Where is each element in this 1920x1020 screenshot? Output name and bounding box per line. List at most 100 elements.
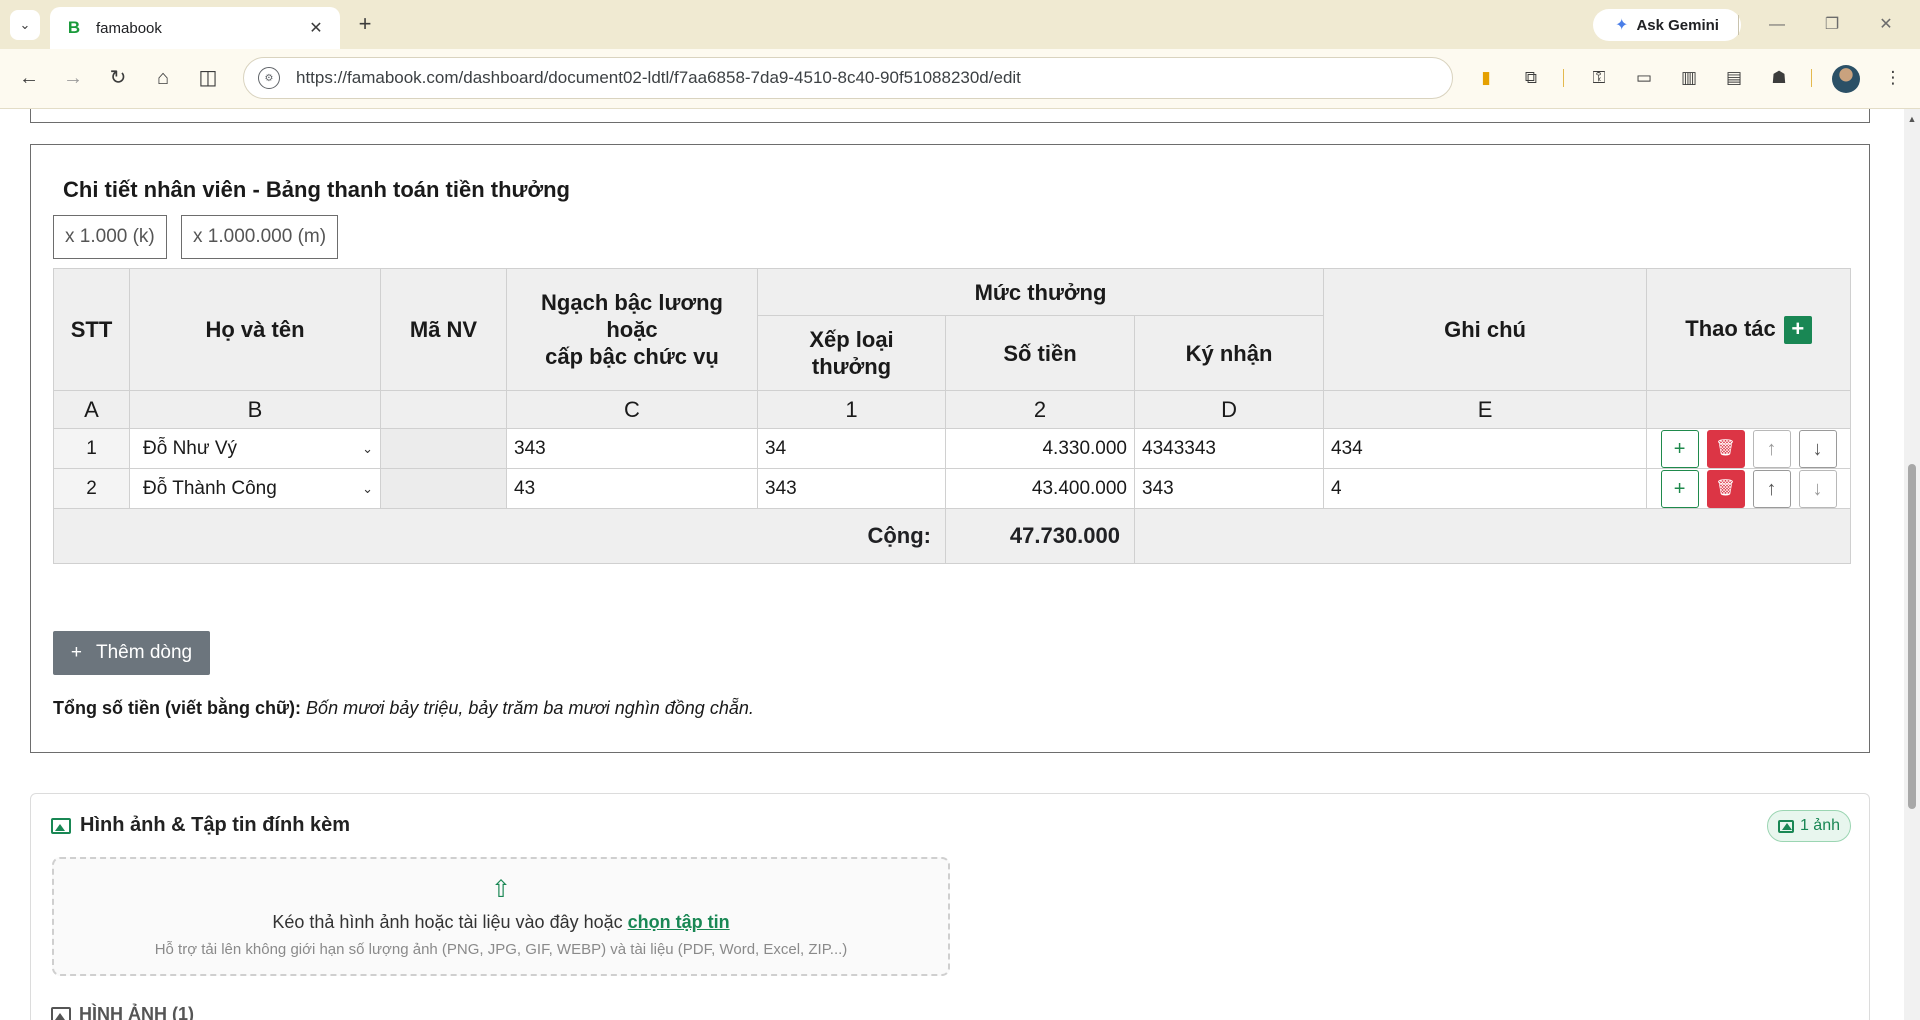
letter-cell: E xyxy=(1323,390,1648,429)
home-icon[interactable]: ⌂ xyxy=(148,63,178,93)
browser-toolbar: ← → ↻ ⌂ ◫ ⚙ https://famabook.com/dashboa… xyxy=(0,49,1920,109)
dropzone-text: Kéo thả hình ảnh hoặc tài liệu vào đây h… xyxy=(54,912,948,933)
tab-title: famabook xyxy=(96,19,162,37)
employee-detail-panel: Chi tiết nhân viên - Bảng thanh toán tiề… xyxy=(30,144,1870,753)
note-input[interactable]: 4 xyxy=(1323,468,1648,509)
add-row-plus-icon[interactable]: + xyxy=(1783,316,1812,345)
total-row: Cộng: 47.730.000 xyxy=(53,508,1852,564)
sign-input[interactable]: 4343343 xyxy=(1133,428,1325,469)
tab-search-chevron-icon[interactable]: ⌄ xyxy=(10,10,40,40)
letter-cell xyxy=(1646,390,1852,429)
letter-cell: B xyxy=(129,390,381,429)
letter-cell: 1 xyxy=(757,390,946,429)
plus-icon: + xyxy=(70,642,82,663)
row-actions: + 🗑 ↑ ↓ xyxy=(1646,428,1852,469)
restore-icon[interactable]: ❐ xyxy=(1812,10,1852,40)
name-select-value: Đỗ Như Vý xyxy=(143,437,238,459)
minimize-icon[interactable]: — xyxy=(1757,10,1797,40)
header-grade: Ngạch bậc lương hoặc cấp bậc chức vụ xyxy=(506,268,758,391)
scrollbar-thumb[interactable] xyxy=(1908,464,1916,809)
back-arrow-icon[interactable]: ← xyxy=(14,63,44,93)
header-grade-line-1: Ngạch bậc lương xyxy=(541,290,723,315)
side-panel-icon[interactable]: ▤ xyxy=(1721,65,1747,91)
name-select[interactable]: Đỗ Như Vý ⌄ xyxy=(129,428,381,469)
code-cell xyxy=(380,468,507,509)
header-code: Mã NV xyxy=(380,268,507,391)
extensions-puzzle-icon[interactable]: ⧉ xyxy=(1518,65,1544,91)
rank-input[interactable]: 34 xyxy=(757,428,946,469)
note-input[interactable]: 434 xyxy=(1323,428,1648,469)
forward-arrow-icon[interactable]: → xyxy=(58,63,88,93)
reading-list-icon[interactable]: ▥ xyxy=(1676,65,1702,91)
gemini-sparkle-icon: ✦ xyxy=(1615,17,1629,34)
file-dropzone[interactable]: ⇧ Kéo thả hình ảnh hoặc tài liệu vào đây… xyxy=(52,857,950,976)
scroll-up-arrow-icon[interactable]: ▲ xyxy=(1907,114,1917,124)
amount-in-words-label: Tổng số tiền (viết bằng chữ): xyxy=(53,698,302,718)
favicon-icon: B xyxy=(67,18,81,37)
new-tab-plus-icon[interactable]: + xyxy=(352,12,378,38)
close-tab-icon[interactable]: ✕ xyxy=(306,18,326,38)
page-scrollbar[interactable]: ▲ xyxy=(1904,109,1920,1020)
delete-row-trash-icon[interactable]: 🗑 xyxy=(1706,429,1745,468)
payment-card-icon[interactable]: ▭ xyxy=(1631,65,1657,91)
header-name: Họ và tên xyxy=(129,268,381,391)
add-row-button[interactable]: + Thêm dòng xyxy=(53,631,210,675)
reading-mode-icon[interactable]: ◫ xyxy=(193,63,223,93)
letter-cell: 2 xyxy=(945,390,1135,429)
address-bar[interactable]: ⚙ https://famabook.com/dashboard/documen… xyxy=(243,57,1453,99)
insert-row-button[interactable]: + xyxy=(1660,429,1699,468)
add-row-label: Thêm dòng xyxy=(95,642,193,663)
header-rank: Xếp loại thưởng xyxy=(757,315,946,391)
close-window-icon[interactable]: ✕ xyxy=(1866,10,1906,40)
ask-gemini-label: Ask Gemini xyxy=(1636,16,1719,34)
unit-thousand-button[interactable]: x 1.000 (k) xyxy=(53,215,167,259)
move-down-arrow-icon[interactable]: ↓ xyxy=(1798,469,1837,508)
grade-input[interactable]: 343 xyxy=(506,428,758,469)
move-up-arrow-icon[interactable]: ↑ xyxy=(1752,469,1791,508)
site-info-icon[interactable]: ⚙ xyxy=(258,67,280,89)
password-key-icon[interactable]: ⚿ xyxy=(1586,65,1612,91)
move-down-arrow-icon[interactable]: ↓ xyxy=(1798,429,1837,468)
amount-input[interactable]: 4.330.000 xyxy=(945,428,1135,469)
image-icon xyxy=(51,1006,71,1020)
letter-cell: A xyxy=(53,390,130,429)
insert-row-button[interactable]: + xyxy=(1660,469,1699,508)
reload-icon[interactable]: ↻ xyxy=(103,63,133,93)
rank-input[interactable]: 343 xyxy=(757,468,946,509)
total-value: 47.730.000 xyxy=(945,508,1135,564)
profile-avatar[interactable] xyxy=(1832,65,1860,93)
name-select[interactable]: Đỗ Thành Công ⌄ xyxy=(129,468,381,509)
letter-cell: C xyxy=(506,390,758,429)
delete-row-trash-icon[interactable]: 🗑 xyxy=(1706,469,1745,508)
header-actions: Thao tác + xyxy=(1646,268,1852,391)
letter-cell: D xyxy=(1133,390,1325,429)
url-text: https://famabook.com/dashboard/document0… xyxy=(296,68,1021,87)
sign-input[interactable]: 343 xyxy=(1133,468,1325,509)
move-up-arrow-icon[interactable]: ↑ xyxy=(1752,429,1791,468)
images-heading: HÌNH ẢNH (1) xyxy=(51,1004,194,1020)
incognito-icon[interactable]: ☗ xyxy=(1766,65,1792,91)
code-cell xyxy=(380,428,507,469)
stt-cell: 1 xyxy=(53,428,130,469)
total-empty-cell xyxy=(1133,508,1852,564)
attachments-title: Hình ảnh & Tập tin đính kèm xyxy=(51,814,350,837)
table-row: 2 Đỗ Thành Công ⌄ 43 343 43.400.000 343 4… xyxy=(53,468,1852,509)
browser-tab[interactable]: B famabook ✕ xyxy=(50,7,340,49)
amount-in-words-value: Bốn mươi bảy triệu, bảy trăm ba mươi ngh… xyxy=(306,698,754,718)
header-grade-line-2: hoặc xyxy=(606,317,658,342)
ask-gemini-button[interactable]: ✦ Ask Gemini xyxy=(1593,9,1741,41)
window-controls-separator xyxy=(1738,15,1739,35)
panel-title: Chi tiết nhân viên - Bảng thanh toán tiề… xyxy=(63,177,570,202)
stt-cell: 2 xyxy=(53,468,130,509)
browser-menu-icon[interactable]: ⋮ xyxy=(1880,65,1906,91)
grade-input[interactable]: 43 xyxy=(506,468,758,509)
extension-note-icon[interactable]: ▮ xyxy=(1473,65,1499,91)
toolbar-separator xyxy=(1563,69,1564,87)
choose-file-link[interactable]: chọn tập tin xyxy=(628,912,730,932)
image-icon xyxy=(1777,819,1794,833)
unit-million-button[interactable]: x 1.000.000 (m) xyxy=(181,215,339,259)
header-rank-line-1: Xếp loại xyxy=(809,327,894,352)
amount-input[interactable]: 43.400.000 xyxy=(945,468,1135,509)
header-sign: Ký nhận xyxy=(1133,315,1325,391)
dropzone-hint: Hỗ trợ tải lên không giới hạn số lượng ả… xyxy=(154,941,848,958)
